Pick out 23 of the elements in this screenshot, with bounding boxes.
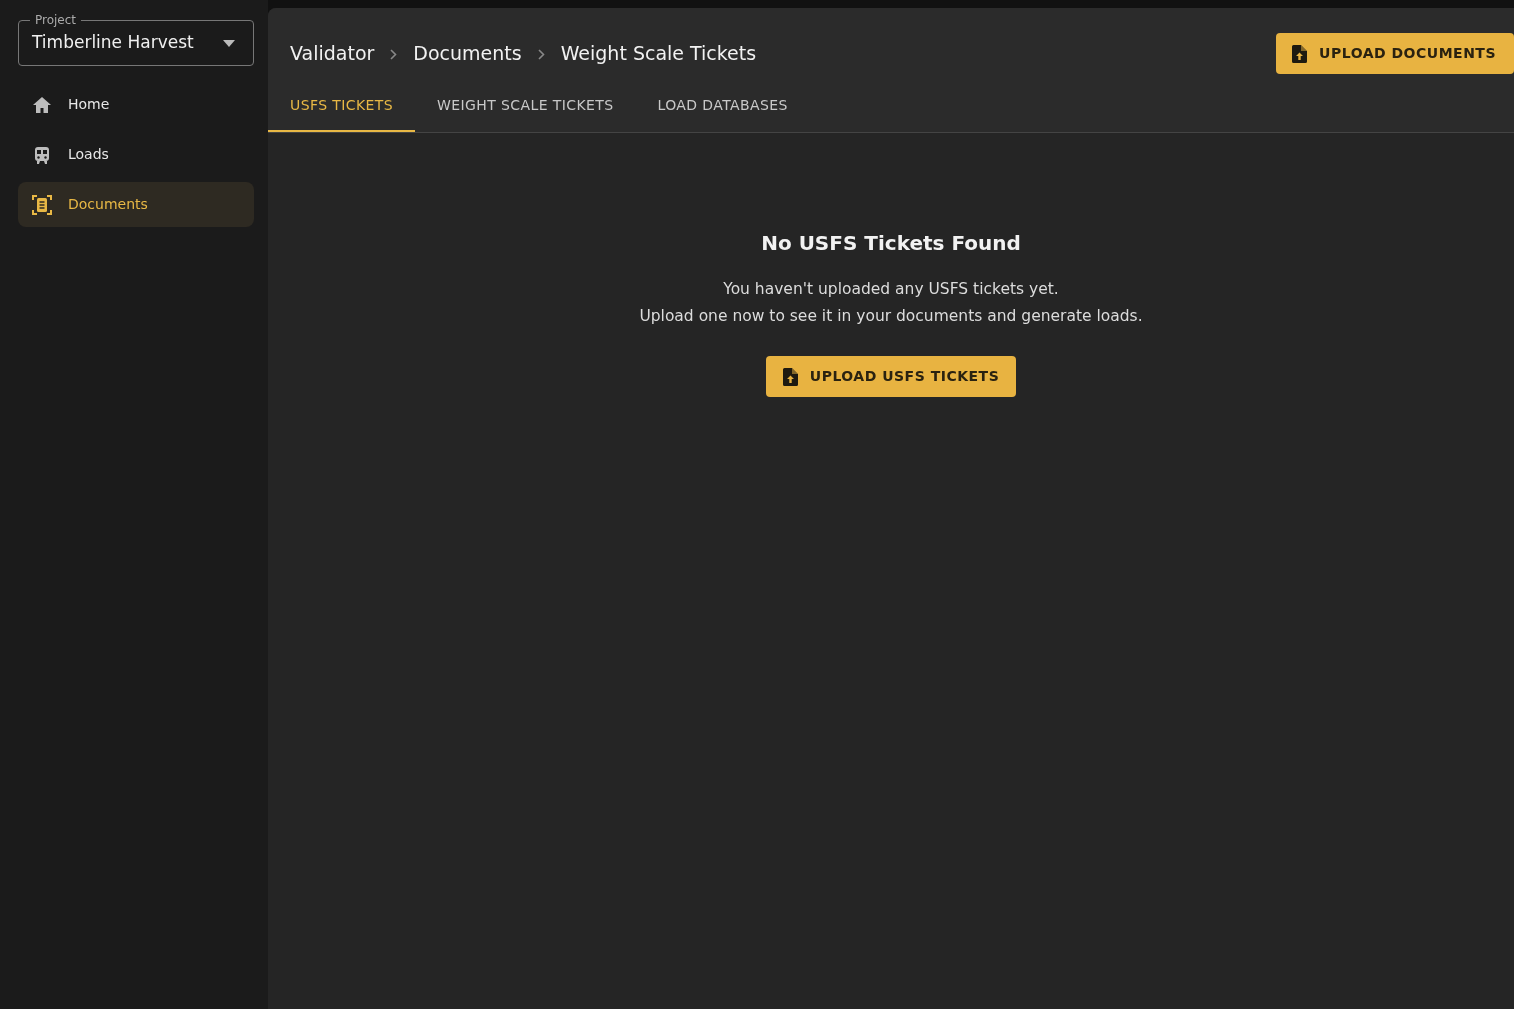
empty-state-title: No USFS Tickets Found xyxy=(761,230,1021,257)
sidebar-item[interactable]: Home xyxy=(18,82,254,127)
upload-documents-button[interactable]: UPLOAD DOCUMENTS xyxy=(1276,33,1514,74)
tab[interactable]: USFS TICKETS xyxy=(268,83,415,132)
chevron-right-icon xyxy=(537,48,545,60)
empty-state-message: Upload one now to see it in your documents and generate loads. xyxy=(639,306,1143,327)
file-upload-icon xyxy=(1292,44,1308,63)
sidebar-item[interactable]: Loads xyxy=(18,132,254,177)
tab[interactable]: LOAD DATABASES xyxy=(635,83,810,132)
breadcrumb-item[interactable]: Validator xyxy=(290,39,375,68)
upload-usfs-tickets-button[interactable]: UPLOAD USFS TICKETS xyxy=(765,356,1017,397)
empty-state-message: You haven't uploaded any USFS tickets yet. xyxy=(722,279,1060,300)
field-label: Project xyxy=(30,11,82,29)
chevron-right-icon xyxy=(390,48,398,60)
file-upload-icon xyxy=(782,367,798,386)
document-scan-icon xyxy=(32,194,52,215)
breadcrumb-item: Weight Scale Tickets xyxy=(560,41,757,67)
breadcrumb-item[interactable]: Documents xyxy=(413,39,522,68)
sidebar-item[interactable]: Documents xyxy=(18,182,254,227)
home-icon xyxy=(32,94,52,115)
tab[interactable]: WEIGHT SCALE TICKETS xyxy=(415,83,636,132)
bus-icon xyxy=(32,144,52,165)
caret-icon xyxy=(223,39,235,47)
